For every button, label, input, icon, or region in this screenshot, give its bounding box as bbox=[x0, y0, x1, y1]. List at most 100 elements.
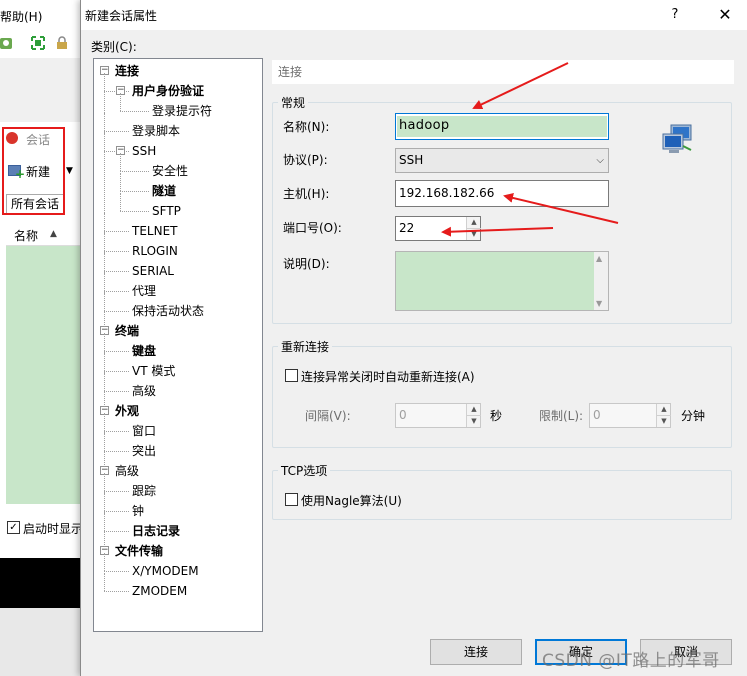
tree-connector bbox=[120, 153, 121, 171]
reconnect-group bbox=[272, 346, 732, 448]
name-label: 名称(N): bbox=[283, 120, 330, 134]
tree-connector bbox=[104, 333, 105, 351]
background-status-area bbox=[0, 608, 82, 676]
name-input[interactable]: hadoop bbox=[395, 113, 609, 140]
tree-item[interactable]: SSH bbox=[132, 143, 156, 159]
spin-up-icon[interactable]: ▲ bbox=[467, 217, 481, 229]
tree-item[interactable]: SERIAL bbox=[132, 263, 174, 279]
dropdown-arrow-icon[interactable]: ▼ bbox=[66, 166, 73, 176]
tree-connector bbox=[120, 193, 121, 211]
tree-connector bbox=[120, 173, 121, 191]
section-header: 连接 bbox=[272, 60, 734, 84]
nagle-label: 使用Nagle算法(U) bbox=[301, 494, 402, 508]
tree-connector bbox=[104, 413, 105, 431]
scroll-down-icon[interactable]: ▼ bbox=[596, 299, 602, 308]
interval-spinner[interactable]: ▲ ▼ bbox=[466, 404, 481, 428]
auto-reconnect-checkbox[interactable] bbox=[285, 369, 298, 382]
lock-icon[interactable] bbox=[55, 36, 69, 50]
tree-item[interactable]: X/YMODEM bbox=[132, 563, 199, 579]
tree-item[interactable]: 保持活动状态 bbox=[132, 303, 204, 319]
tree-connector bbox=[104, 391, 129, 392]
tree-connector bbox=[104, 511, 129, 512]
menu-help[interactable]: 帮助(H) bbox=[0, 8, 42, 25]
interval-input[interactable]: 0 ▲ ▼ bbox=[395, 403, 481, 428]
tree-item[interactable]: 登录脚本 bbox=[132, 123, 180, 139]
spin-down-icon[interactable]: ▼ bbox=[467, 416, 481, 428]
tree-item[interactable]: 连接 bbox=[115, 63, 139, 79]
tree-item[interactable]: 窗口 bbox=[132, 423, 156, 439]
interval-label: 间隔(V): bbox=[305, 409, 351, 423]
limit-spinner[interactable]: ▲ ▼ bbox=[656, 404, 671, 428]
tree-item[interactable]: 用户身份验证 bbox=[132, 83, 204, 99]
tree-item[interactable]: 钟 bbox=[132, 503, 144, 519]
host-input-value: 192.168.182.66 bbox=[399, 186, 495, 200]
port-input[interactable]: 22 ▲ ▼ bbox=[395, 216, 481, 241]
host-label: 主机(H): bbox=[283, 187, 330, 201]
limit-input[interactable]: 0 ▲ ▼ bbox=[589, 403, 671, 428]
connect-button[interactable]: 连接 bbox=[430, 639, 522, 665]
tree-connector bbox=[104, 131, 129, 132]
tree-connector bbox=[104, 113, 105, 131]
nagle-checkbox[interactable] bbox=[285, 493, 298, 506]
tree-item[interactable]: 突出 bbox=[132, 443, 156, 459]
tree-item[interactable]: 高级 bbox=[132, 383, 156, 399]
reconnect-group-title: 重新连接 bbox=[278, 338, 333, 355]
column-header-name[interactable]: 名称 bbox=[14, 227, 38, 244]
tree-item[interactable]: 跟踪 bbox=[132, 483, 156, 499]
tree-connector bbox=[104, 571, 129, 572]
limit-label: 限制(L): bbox=[539, 409, 584, 423]
tree-item[interactable]: RLOGIN bbox=[132, 243, 178, 259]
tree-item[interactable]: 隧道 bbox=[152, 183, 176, 199]
tree-connector bbox=[104, 553, 105, 571]
help-button[interactable]: ? bbox=[661, 2, 689, 28]
tree-connector bbox=[104, 291, 129, 292]
tree-connector bbox=[104, 293, 105, 311]
session-list[interactable] bbox=[6, 246, 80, 504]
category-label: 类别(C): bbox=[91, 40, 137, 54]
tree-connector bbox=[120, 171, 149, 172]
tree-connector bbox=[104, 251, 129, 252]
limit-input-value: 0 bbox=[593, 408, 601, 422]
tree-item[interactable]: 终端 bbox=[115, 323, 139, 339]
tree-item[interactable]: 登录提示符 bbox=[152, 103, 212, 119]
scroll-up-icon[interactable]: ▲ bbox=[596, 254, 602, 263]
host-input[interactable]: 192.168.182.66 bbox=[395, 180, 609, 207]
tree-item[interactable]: 日志记录 bbox=[132, 523, 180, 539]
spin-down-icon[interactable]: ▼ bbox=[467, 229, 481, 241]
tree-item[interactable]: 代理 bbox=[132, 283, 156, 299]
tree-item[interactable]: 键盘 bbox=[132, 343, 156, 359]
tree-connector bbox=[104, 231, 129, 232]
protocol-select[interactable]: SSH ⌵ bbox=[395, 148, 609, 173]
green-globe-icon[interactable] bbox=[0, 36, 14, 50]
interval-unit: 秒 bbox=[490, 409, 503, 423]
new-session-properties-dialog: 新建会话属性 ? ✕ 类别(C): − 连接 − 用户身份验证 登录提示符 登录脚本 − SS… bbox=[80, 0, 747, 676]
tree-connector bbox=[120, 111, 149, 112]
close-button[interactable]: ✕ bbox=[707, 2, 743, 28]
port-spinner[interactable]: ▲ ▼ bbox=[466, 217, 481, 241]
tree-item[interactable]: 外观 bbox=[115, 403, 139, 419]
tree-item[interactable]: 高级 bbox=[115, 463, 139, 479]
description-scrollbar[interactable]: ▲ ▼ bbox=[594, 252, 608, 310]
tree-item[interactable]: ZMODEM bbox=[132, 583, 187, 599]
spin-up-icon[interactable]: ▲ bbox=[657, 404, 671, 416]
background-grey-band bbox=[0, 58, 82, 122]
tree-connector bbox=[104, 373, 105, 391]
tree-connector bbox=[104, 491, 129, 492]
tree-item[interactable]: TELNET bbox=[132, 223, 178, 239]
tree-item[interactable]: 文件传输 bbox=[115, 543, 163, 559]
dialog-titlebar: 新建会话属性 ? ✕ bbox=[81, 0, 747, 30]
spin-up-icon[interactable]: ▲ bbox=[467, 404, 481, 416]
tree-connector bbox=[104, 271, 129, 272]
annotation-red-box bbox=[2, 127, 65, 215]
tree-item[interactable]: 安全性 bbox=[152, 163, 188, 179]
fullscreen-icon[interactable] bbox=[31, 36, 45, 50]
tree-connector bbox=[104, 213, 105, 231]
tree-item[interactable]: VT 模式 bbox=[132, 363, 175, 379]
spin-down-icon[interactable]: ▼ bbox=[657, 416, 671, 428]
description-input[interactable]: ▲ ▼ bbox=[395, 251, 609, 311]
show-on-startup-checkbox[interactable]: ✓ bbox=[7, 521, 20, 534]
category-tree[interactable]: − 连接 − 用户身份验证 登录提示符 登录脚本 − SSH 安全性 隧道 SFTP TELNET RL… bbox=[93, 58, 263, 632]
tree-connector bbox=[104, 233, 105, 251]
tree-item[interactable]: SFTP bbox=[152, 203, 181, 219]
tree-connector bbox=[120, 211, 149, 212]
